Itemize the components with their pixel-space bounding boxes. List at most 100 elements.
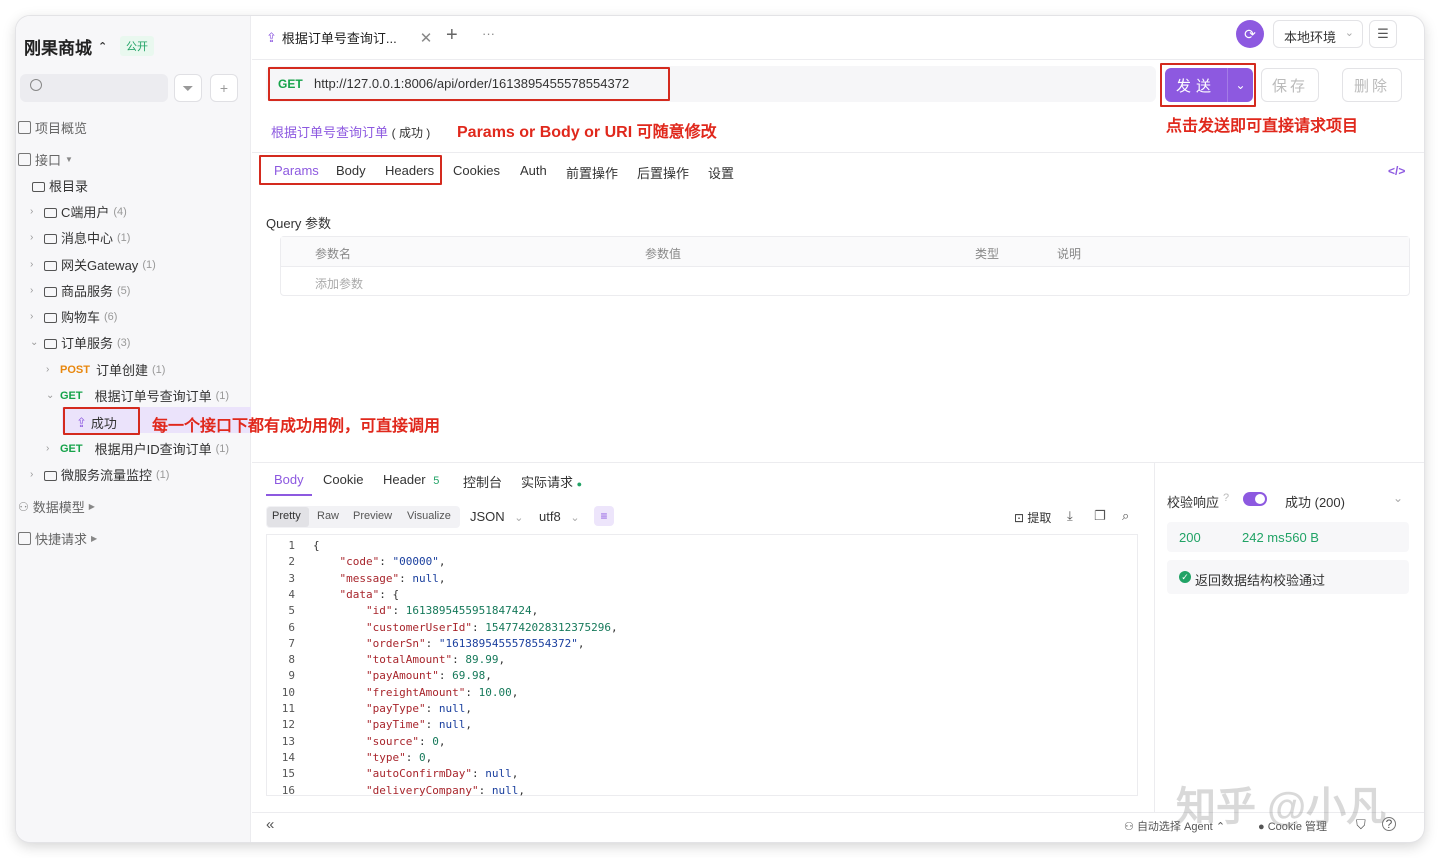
line-number: 14 xyxy=(281,750,295,764)
save-label: 保存 xyxy=(1271,77,1308,95)
tree-item-folder[interactable]: › 网关Gateway (1) xyxy=(30,255,156,274)
case-icon: ⇪ xyxy=(266,29,277,45)
breadcrumb-request[interactable]: 根据订单号查询订单 xyxy=(271,125,388,140)
tree-label: 根据用户ID查询订单 xyxy=(94,442,212,457)
json-value: 1547742028312375296 xyxy=(485,620,612,634)
line-number: 8 xyxy=(288,653,295,667)
chevron-down-icon[interactable]: ⌄ xyxy=(1393,491,1403,505)
chevron-down-icon: ⌄ xyxy=(30,337,39,348)
nav-interfaces-label: 接口 xyxy=(35,153,62,168)
tree-item-folder[interactable]: › 商品服务 (5) xyxy=(30,281,130,300)
code-line: "data": { xyxy=(339,587,400,601)
code-text: { xyxy=(313,539,320,552)
resp-tab-cookie[interactable]: Cookie xyxy=(323,472,363,487)
mode-visualize[interactable]: Visualize xyxy=(407,510,451,522)
delete-button[interactable]: 删除 xyxy=(1342,68,1402,102)
app-window: 刚果商城 ⌃ 公开 ⏷ + 项目概览 接口 ▼ 根目录 › C端用户 (4) ›… xyxy=(16,16,1424,842)
nav-quick-request[interactable]: 快捷请求 ▶ xyxy=(18,529,97,548)
mode-pretty[interactable]: Pretty xyxy=(272,510,301,522)
nav-interfaces[interactable]: 接口 ▼ xyxy=(18,150,73,169)
validate-status[interactable]: 成功 (200) xyxy=(1285,492,1345,511)
tab-pre-script[interactable]: 前置操作 xyxy=(566,163,618,182)
sync-icon[interactable]: ⟳ xyxy=(1236,20,1264,48)
add-button[interactable]: + xyxy=(210,74,238,102)
search-input[interactable] xyxy=(20,74,168,102)
validate-toggle[interactable] xyxy=(1243,492,1267,506)
mode-raw[interactable]: Raw xyxy=(317,510,339,522)
tree-item-folder[interactable]: › 消息中心 (1) xyxy=(30,228,130,247)
tree-count: (1) xyxy=(151,363,166,376)
json-value: { xyxy=(392,587,400,601)
search-icon[interactable]: ⌕ xyxy=(1122,508,1129,524)
resp-tab-body[interactable]: Body xyxy=(274,472,304,487)
code-line: "freightAmount": 10.00, xyxy=(365,685,519,699)
chevron-right-icon: › xyxy=(30,232,34,243)
download-icon[interactable]: ⤓ xyxy=(1067,508,1073,524)
code-line: "payType": null, xyxy=(365,702,472,715)
resp-tab-actual-label: 实际请求 xyxy=(521,475,574,490)
tree-item-endpoint[interactable]: › POST 订单创建 (1) xyxy=(46,360,165,379)
menu-icon[interactable]: ☰ xyxy=(1369,20,1397,48)
tree-item-endpoint[interactable]: ⌄ GET 根据订单号查询订单 (1) xyxy=(46,386,229,405)
check-circle-icon: ✓ xyxy=(1179,571,1191,583)
line-number: 15 xyxy=(281,767,295,781)
tab-post-script[interactable]: 后置操作 xyxy=(637,163,689,182)
tree-item-folder[interactable]: › 微服务流量监控 (1) xyxy=(30,465,169,484)
code-line: "payAmount": 69.98, xyxy=(365,669,492,683)
agent-icon: ⚇ xyxy=(1124,821,1134,833)
line-number: 12 xyxy=(281,718,295,732)
annotation-params: Params or Body or URI 可随意修改 xyxy=(457,124,717,141)
json-value: "00000" xyxy=(392,555,439,569)
new-tab-button[interactable]: + xyxy=(446,24,458,47)
tab-settings[interactable]: 设置 xyxy=(708,163,734,182)
json-key: "freightAmount" xyxy=(365,685,466,699)
wrap-icon[interactable]: ≡ xyxy=(594,506,614,526)
tree-item-endpoint[interactable]: › GET 根据用户ID查询订单 (1) xyxy=(46,439,229,458)
tab-cookies[interactable]: Cookies xyxy=(453,163,500,178)
tree-item-folder[interactable]: › 购物车 (6) xyxy=(30,307,117,326)
copy-icon[interactable]: ❐ xyxy=(1094,508,1106,524)
tree-item-folder[interactable]: ⌄ 订单服务 (3) xyxy=(30,333,130,352)
resp-tab-console[interactable]: 控制台 xyxy=(463,472,502,491)
json-value: 1613895455951847424 xyxy=(405,604,532,618)
line-number: 7 xyxy=(288,636,295,650)
code-icon[interactable]: </> xyxy=(1388,164,1405,178)
annotation-box-tabs xyxy=(259,155,442,185)
filter-icon: ⏷ xyxy=(182,79,194,96)
status-summary: 200 242 ms 560 B xyxy=(1167,522,1409,552)
add-param-input[interactable]: 添加参数 xyxy=(315,275,363,292)
filter-button[interactable]: ⏷ xyxy=(174,74,202,102)
project-selector[interactable]: 刚果商城 ⌃ xyxy=(24,34,107,59)
resp-tab-actual-request[interactable]: 实际请求 ● xyxy=(521,472,582,491)
tree-count: (1) xyxy=(215,389,230,402)
json-key: "deliveryCompany" xyxy=(365,783,479,797)
tree-item-root[interactable]: 根目录 xyxy=(32,176,88,195)
env-label: 本地环境 xyxy=(1284,30,1337,45)
tree-label: 根目录 xyxy=(49,179,89,194)
more-tabs-button[interactable]: ··· xyxy=(482,26,495,41)
close-icon[interactable]: ✕ xyxy=(420,29,433,47)
annotation-case: 每一个接口下都有成功用例，可直接调用 xyxy=(152,418,441,435)
format-select[interactable]: JSON ⌄ xyxy=(470,509,524,524)
encoding-select[interactable]: utf8 ⌄ xyxy=(539,509,580,524)
collapse-sidebar-button[interactable]: « xyxy=(266,816,274,833)
tree-label: 商品服务 xyxy=(61,284,114,299)
chevron-right-icon: › xyxy=(30,285,34,296)
tree-count: (1) xyxy=(142,258,156,271)
annotation-send: 点击发送即可直接请求项目 xyxy=(1166,118,1359,135)
nav-data-model[interactable]: ⚇ 数据模型 ▶ xyxy=(18,497,95,516)
json-key: "customerUserId" xyxy=(365,620,472,634)
response-code-viewer[interactable]: 1{2 "code": "00000", 3 "message": null, 4 … xyxy=(266,534,1138,797)
tab-active-request[interactable]: ⇪ 根据订单号查询订... ✕ xyxy=(266,28,432,47)
resp-tab-header[interactable]: Header 5 xyxy=(383,472,439,487)
env-select[interactable]: 本地环境 ⌄ xyxy=(1273,20,1363,48)
tab-auth[interactable]: Auth xyxy=(520,163,547,178)
extract-button[interactable]: ⊡ 提取 xyxy=(1014,509,1051,526)
mode-preview[interactable]: Preview xyxy=(353,510,392,522)
save-button[interactable]: 保存 xyxy=(1261,68,1319,102)
header-count: 5 xyxy=(433,475,440,487)
json-key: "payTime" xyxy=(365,718,426,732)
nav-overview[interactable]: 项目概览 xyxy=(18,118,87,137)
json-value: 10.00 xyxy=(478,685,512,699)
tree-item-folder[interactable]: › C端用户 (4) xyxy=(30,202,127,221)
